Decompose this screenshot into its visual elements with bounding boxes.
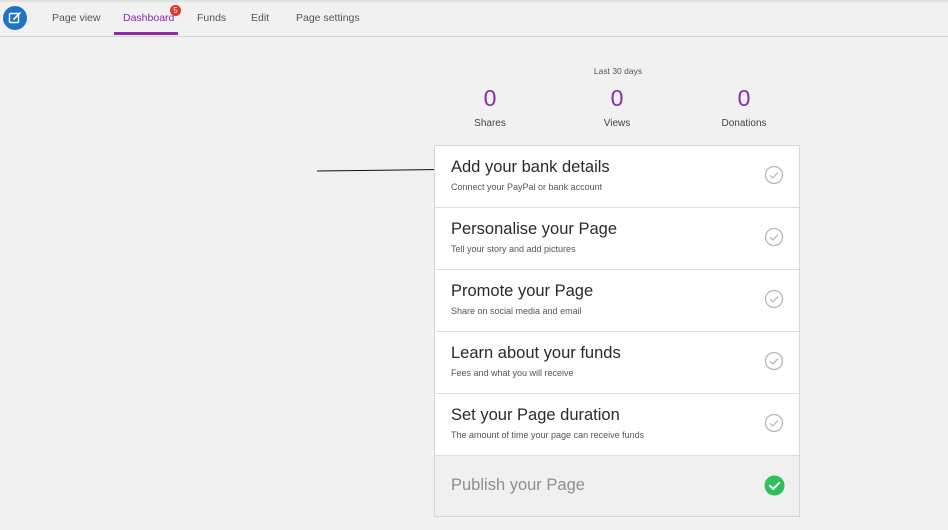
check-circle-outline-icon bbox=[764, 165, 784, 185]
pointer-arrow bbox=[316, 166, 447, 173]
step-title: Learn about your funds bbox=[451, 344, 621, 362]
step-title: Set your Page duration bbox=[451, 406, 620, 424]
step-personalise-page[interactable]: Personalise your Page Tell your story an… bbox=[435, 208, 799, 270]
stats-period-label: Last 30 days bbox=[593, 66, 643, 76]
top-navigation-bar: Page view Dashboard 5 Funds Edit Page se… bbox=[0, 0, 948, 37]
check-circle-outline-icon bbox=[764, 227, 784, 247]
check-circle-outline-icon bbox=[764, 413, 784, 433]
step-set-page-duration[interactable]: Set your Page duration The amount of tim… bbox=[435, 394, 799, 456]
step-subtitle: Share on social media and email bbox=[451, 306, 582, 316]
donations-label: Donations bbox=[721, 118, 767, 129]
views-count: 0 bbox=[610, 85, 624, 111]
step-title: Promote your Page bbox=[451, 282, 594, 300]
tab-page-settings[interactable]: Page settings bbox=[296, 12, 360, 24]
publish-page-button[interactable]: Publish your Page bbox=[435, 456, 799, 516]
tab-dashboard[interactable]: Dashboard bbox=[123, 12, 174, 24]
edit-icon[interactable] bbox=[3, 6, 27, 30]
donations-count: 0 bbox=[737, 85, 751, 111]
top-border bbox=[0, 0, 948, 2]
step-subtitle: Fees and what you will receive bbox=[451, 368, 574, 378]
step-add-bank-details[interactable]: Add your bank details Connect your PayPa… bbox=[435, 146, 799, 208]
check-circle-outline-icon bbox=[764, 351, 784, 371]
dashboard-notification-badge: 5 bbox=[170, 5, 181, 16]
step-learn-about-funds[interactable]: Learn about your funds Fees and what you… bbox=[435, 332, 799, 394]
step-title: Add your bank details bbox=[451, 158, 610, 176]
active-tab-underline bbox=[114, 32, 178, 35]
shares-count: 0 bbox=[483, 85, 497, 111]
publish-title: Publish your Page bbox=[451, 476, 585, 494]
tab-funds[interactable]: Funds bbox=[197, 12, 226, 24]
check-circle-outline-icon bbox=[764, 289, 784, 309]
views-label: Views bbox=[603, 118, 631, 129]
tab-edit[interactable]: Edit bbox=[251, 12, 269, 24]
step-promote-page[interactable]: Promote your Page Share on social media … bbox=[435, 270, 799, 332]
step-title: Personalise your Page bbox=[451, 220, 618, 238]
setup-checklist: Add your bank details Connect your PayPa… bbox=[434, 145, 800, 517]
check-circle-filled-icon bbox=[764, 475, 785, 496]
tab-page-view[interactable]: Page view bbox=[52, 12, 100, 24]
step-subtitle: Connect your PayPal or bank account bbox=[451, 182, 603, 192]
shares-label: Shares bbox=[474, 118, 506, 129]
step-subtitle: Tell your story and add pictures bbox=[451, 244, 576, 254]
step-subtitle: The amount of time your page can receive… bbox=[451, 430, 645, 440]
